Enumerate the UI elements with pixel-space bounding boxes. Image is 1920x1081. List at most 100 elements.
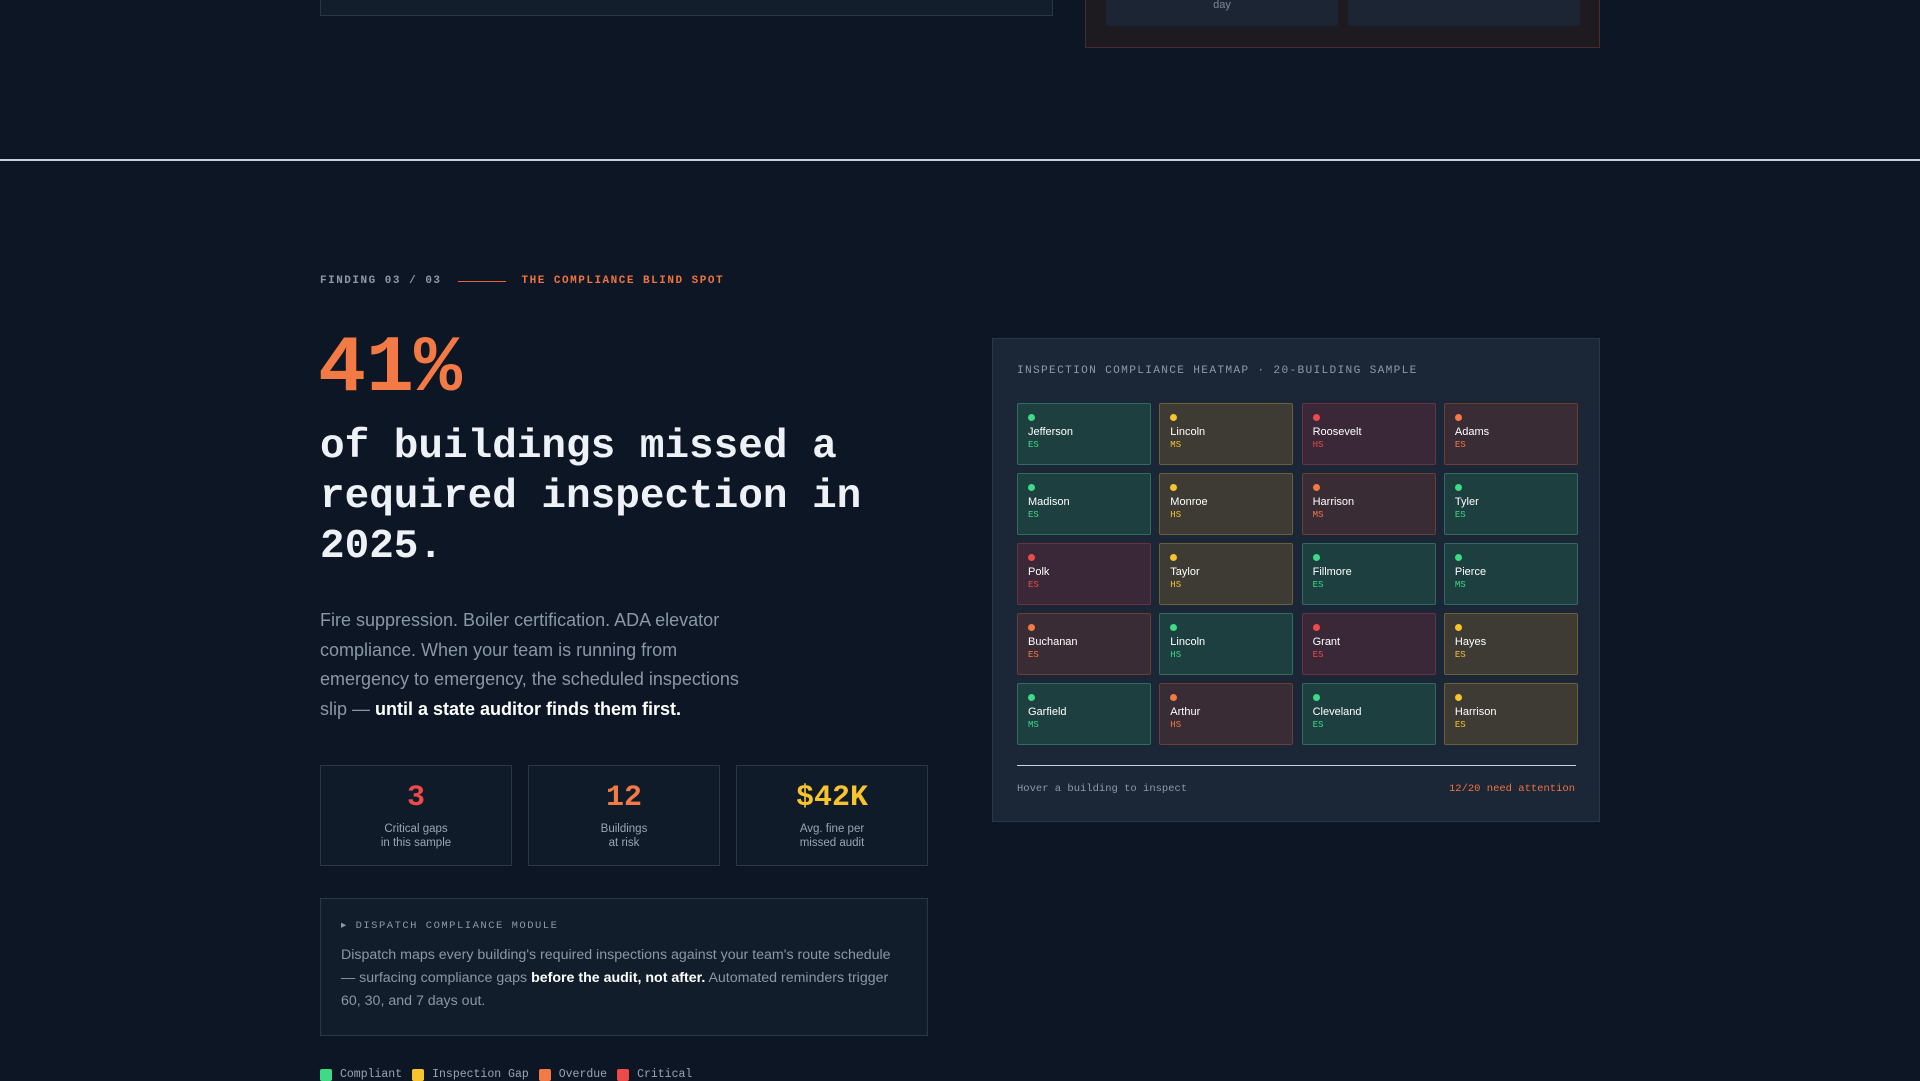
building-name: Roosevelt [1312, 426, 1362, 438]
stat-label: Avg. fine per missed audit [737, 822, 927, 850]
building-level: ES [1312, 580, 1324, 590]
building-level: MS [1028, 720, 1039, 730]
stat-label-line: at risk [608, 837, 640, 849]
building-tile[interactable]: Buchanan ES [1017, 613, 1151, 675]
building-name: Taylor [1170, 566, 1200, 578]
building-level: ES [1028, 580, 1039, 590]
module-title: ▸ DISPATCH COMPLIANCE MODULE [341, 920, 559, 932]
legend-swatch [617, 1068, 630, 1081]
status-dot-icon [1312, 554, 1320, 561]
legend-item-overdue: Overdue [538, 1068, 607, 1081]
heatmap-grid: Jefferson ES Lincoln MS Roosevelt HS Adams ES Ma… [1017, 403, 1578, 745]
stat-card-avg-fine: $42K Avg. fine per missed audit [736, 765, 928, 866]
building-level: ES [1454, 720, 1466, 730]
building-tile[interactable]: Harrison MS [1301, 473, 1436, 535]
building-name: Fillmore [1312, 566, 1352, 578]
stat-label: Buildings at risk [529, 822, 719, 850]
stat-value: 12 [605, 781, 642, 815]
stat-value: 3 [406, 781, 425, 815]
building-level: HS [1170, 580, 1182, 590]
status-dot-icon [1454, 484, 1462, 491]
building-level: HS [1170, 720, 1182, 730]
status-dot-icon [1028, 484, 1035, 491]
status-dot-icon [1454, 554, 1462, 561]
status-dot-icon [1028, 414, 1035, 421]
building-level: ES [1312, 650, 1324, 660]
building-name: Garfield [1028, 706, 1067, 718]
finding-headline: of buildings missed a required inspectio… [320, 424, 862, 570]
building-tile[interactable]: Arthur HS [1159, 683, 1294, 745]
legend-item-critical: Critical [617, 1068, 692, 1081]
building-name: Jefferson [1028, 426, 1074, 438]
building-tile[interactable]: Monroe HS [1159, 473, 1294, 535]
status-dot-icon [1454, 624, 1462, 631]
previous-section-calendar: day [1085, 0, 1600, 48]
finding-body: Fire suppression. Boiler certification. … [320, 606, 760, 724]
building-tile[interactable]: Lincoln MS [1159, 403, 1294, 465]
status-dot-icon [1454, 414, 1462, 421]
status-dot-icon [1312, 484, 1320, 491]
building-name: Pierce [1454, 566, 1487, 578]
building-level: ES [1312, 720, 1324, 730]
calendar-cell [1348, 0, 1580, 26]
stat-label-line: Avg. fine per [799, 823, 865, 835]
building-name: Tyler [1454, 496, 1479, 508]
building-tile[interactable]: Cleveland ES [1301, 683, 1436, 745]
building-level: ES [1028, 440, 1039, 450]
building-name: Adams [1454, 426, 1490, 438]
building-name: Madison [1028, 496, 1070, 508]
module-text-strong: before the audit, not after. [531, 970, 706, 986]
building-tile[interactable]: Tyler ES [1443, 473, 1578, 535]
dispatch-compliance-module: ▸ DISPATCH COMPLIANCE MODULE Dispatch ma… [320, 898, 928, 1036]
status-dot-icon [1312, 694, 1320, 701]
building-tile[interactable]: Fillmore ES [1301, 543, 1436, 605]
big-stat: 41% [318, 324, 463, 415]
building-tile[interactable]: Garfield MS [1017, 683, 1151, 745]
building-level: ES [1454, 510, 1466, 520]
building-tile[interactable]: Pierce MS [1443, 543, 1578, 605]
building-level: MS [1312, 510, 1324, 520]
building-tile[interactable]: Harrison ES [1443, 683, 1578, 745]
building-name: Buchanan [1028, 636, 1078, 648]
attention-count: 12/20 need attention [1448, 783, 1575, 795]
heatmap-divider [1017, 765, 1576, 766]
building-level: ES [1028, 650, 1039, 660]
building-level: ES [1454, 440, 1466, 450]
building-tile[interactable]: Jefferson ES [1017, 403, 1151, 465]
building-tile[interactable]: Roosevelt HS [1301, 403, 1436, 465]
finding-eyebrow: FINDING 03 / 03 THE COMPLIANCE BLIND SPO… [320, 275, 724, 287]
status-dot-icon [1454, 694, 1462, 701]
heatmap-hint: Hover a building to inspect [1017, 783, 1188, 795]
building-tile[interactable]: Grant ES [1301, 613, 1436, 675]
building-name: Cleveland [1312, 706, 1362, 718]
building-level: ES [1454, 650, 1466, 660]
building-tile[interactable]: Adams ES [1443, 403, 1578, 465]
day-label: day [1213, 0, 1231, 11]
eyebrow-rule [457, 280, 506, 282]
building-name: Arthur [1170, 706, 1201, 718]
building-tile[interactable]: Hayes ES [1443, 613, 1578, 675]
stat-label: Critical gaps in this sample [321, 822, 511, 850]
status-dot-icon [1028, 554, 1035, 561]
legend-label: Compliant [340, 1068, 403, 1081]
building-level: MS [1454, 580, 1466, 590]
building-tile[interactable]: Madison ES [1017, 473, 1151, 535]
module-text: Dispatch maps every building's required … [341, 944, 907, 1013]
stat-card-buildings-at-risk: 12 Buildings at risk [528, 765, 720, 866]
status-dot-icon [1170, 554, 1178, 561]
status-legend: Compliant Inspection Gap Overdue Critica… [320, 1068, 702, 1081]
status-dot-icon [1312, 624, 1320, 631]
legend-label: Inspection Gap [432, 1068, 529, 1081]
building-level: ES [1028, 510, 1039, 520]
building-tile[interactable]: Taylor HS [1159, 543, 1294, 605]
stat-value: $42K [795, 781, 868, 815]
status-dot-icon [1312, 414, 1320, 421]
building-tile[interactable]: Polk ES [1017, 543, 1151, 605]
finding-tag: THE COMPLIANCE BLIND SPOT [521, 275, 725, 287]
legend-swatch [412, 1068, 425, 1081]
building-tile[interactable]: Lincoln HS [1159, 613, 1294, 675]
building-name: Harrison [1454, 706, 1497, 718]
legend-swatch [320, 1068, 332, 1081]
legend-label: Critical [637, 1068, 693, 1081]
building-level: HS [1312, 440, 1324, 450]
